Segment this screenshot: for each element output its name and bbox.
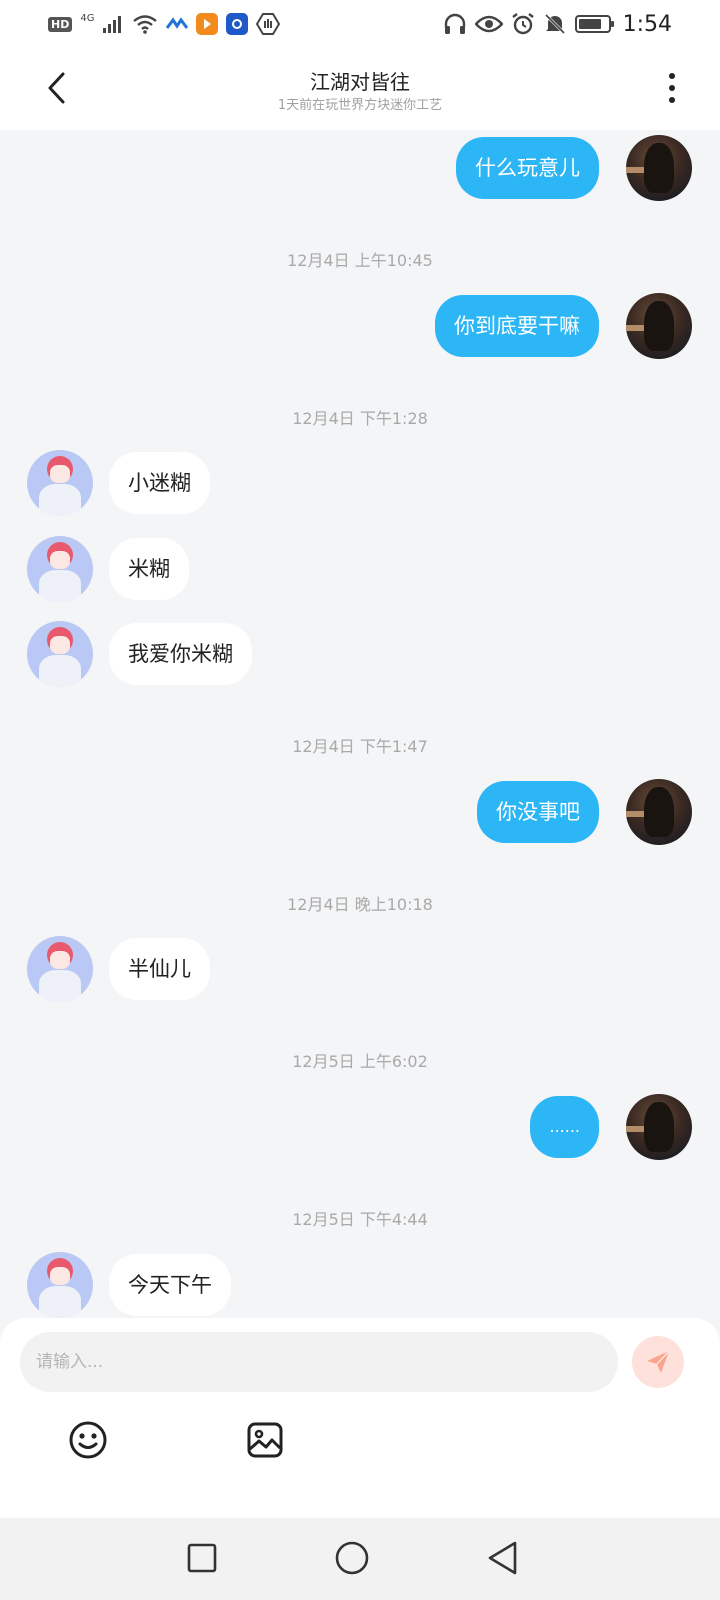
message-list[interactable]: 什么玩意儿 12月4日 上午10:45 你到底要干嘛 12月4日 下午1:28 … [0,130,720,1340]
more-dot-icon [669,73,675,79]
more-dot-icon [669,97,675,103]
app-icon-3 [226,13,249,35]
clock: 1:54 [622,11,672,37]
message-timestamp: 12月4日 下午1:28 [292,409,428,428]
my-avatar[interactable] [626,779,692,845]
home-button[interactable] [332,1538,372,1578]
network-type: 4G [80,12,95,24]
mute-icon [544,13,565,35]
message-timestamp: 12月4日 上午10:45 [287,251,433,270]
more-options-button[interactable] [654,68,690,108]
send-button[interactable] [632,1336,684,1388]
message-row-sent: 什么玩意儿 [0,135,720,201]
message-row-sent: ...... [0,1094,720,1160]
contact-avatar[interactable] [27,536,93,602]
message-bubble-sent[interactable]: 你没事吧 [477,781,599,843]
message-row-received: 今天下午 [0,1252,720,1318]
battery-icon [574,15,614,33]
app-icon-1 [166,17,189,29]
my-avatar[interactable] [626,1094,692,1160]
signal-icon [103,16,122,33]
image-icon [247,1422,283,1458]
more-dot-icon [669,85,675,91]
message-row-received: 半仙儿 [0,936,720,1002]
alarm-icon [511,13,534,35]
back-nav-button[interactable] [482,1538,522,1578]
recents-button[interactable] [182,1538,222,1578]
message-bubble-received[interactable]: 小迷糊 [109,452,210,514]
emoji-button[interactable] [66,1418,110,1462]
message-bubble-sent[interactable]: ...... [530,1096,599,1158]
app-icon-2 [196,13,219,35]
message-bubble-sent[interactable]: 你到底要干嘛 [435,295,599,357]
paper-plane-icon [647,1350,670,1373]
chat-title: 江湖对皆往 [310,70,410,94]
chat-header: 江湖对皆往 1天前在玩世界方块迷你工艺 [0,48,720,130]
message-timestamp: 12月4日 晚上10:18 [287,895,433,914]
square-icon [187,1543,217,1573]
message-bubble-received[interactable]: 今天下午 [109,1254,231,1316]
wifi-icon [133,15,158,34]
message-row-received: 米糊 [0,536,720,602]
status-bar: HD 4G 1:54 [0,0,720,48]
message-input[interactable] [36,1352,602,1372]
chat-subtitle: 1天前在玩世界方块迷你工艺 [277,98,443,113]
message-bubble-received[interactable]: 半仙儿 [109,938,210,1000]
message-row-sent: 你到底要干嘛 [0,293,720,359]
message-input-container[interactable] [20,1332,618,1392]
headphones-icon [444,13,465,34]
contact-avatar[interactable] [27,621,93,687]
message-bubble-received[interactable]: 米糊 [109,538,189,600]
message-bubble-sent[interactable]: 什么玩意儿 [456,137,599,199]
message-row-received: 我爱你米糊 [0,621,720,687]
image-button[interactable] [243,1418,287,1462]
eye-icon [474,15,503,33]
message-row-sent: 你没事吧 [0,779,720,845]
contact-avatar[interactable] [27,1252,93,1318]
contact-avatar[interactable] [27,450,93,516]
status-right: 1:54 [443,12,672,37]
my-avatar[interactable] [626,135,692,201]
triangle-back-icon [488,1541,517,1575]
system-nav-bar [0,1518,720,1600]
status-left: HD 4G [48,12,281,35]
message-timestamp: 12月4日 下午1:47 [292,737,428,756]
app-icon-4 [256,13,281,35]
composer-panel [0,1318,720,1518]
circle-icon [335,1541,369,1575]
message-bubble-received[interactable]: 我爱你米糊 [109,623,252,685]
smiley-icon [69,1421,107,1459]
message-timestamp: 12月5日 下午4:44 [292,1210,428,1229]
message-row-received: 小迷糊 [0,450,720,516]
contact-avatar[interactable] [27,936,93,1002]
hd-badge: HD [48,16,73,32]
message-timestamp: 12月5日 上午6:02 [292,1052,428,1071]
my-avatar[interactable] [626,293,692,359]
